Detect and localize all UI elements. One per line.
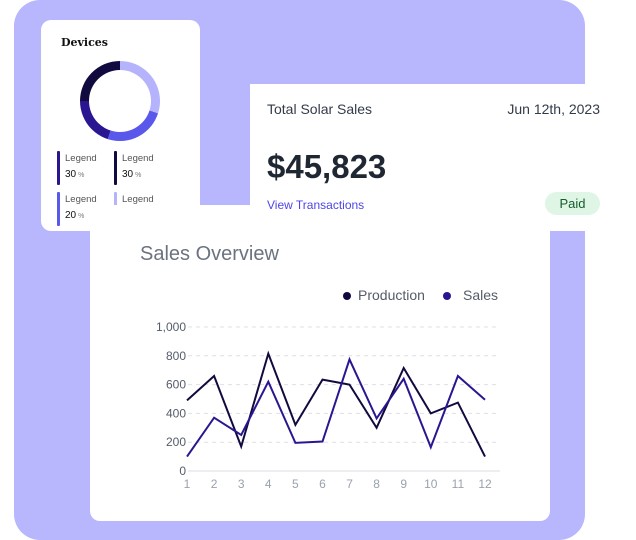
paid-status-badge: Paid (545, 192, 600, 215)
devices-donut-chart (80, 61, 160, 141)
legend-value: 20% (65, 210, 85, 221)
x-tick-label: 7 (346, 477, 353, 491)
devices-legend-item: Legend 30% (57, 151, 109, 185)
solar-sales-card: Total Solar Sales Jun 12th, 2023 $45,823… (250, 84, 614, 231)
y-tick-label: 0 (179, 464, 186, 478)
sales-date: Jun 12th, 2023 (507, 101, 600, 117)
x-tick-label: 2 (211, 477, 218, 491)
sales-amount: $45,823 (267, 148, 387, 185)
x-tick-label: 9 (400, 477, 407, 491)
y-tick-label: 1,000 (156, 320, 186, 334)
sales-overview-card: Sales Overview Production Sales 0 200 400 6… (90, 205, 550, 521)
legend-swatch (57, 192, 60, 226)
view-transactions-link[interactable]: View Transactions (267, 198, 364, 212)
x-tick-label: 10 (424, 477, 438, 491)
legend-swatch (57, 151, 60, 185)
x-tick-label: 8 (373, 477, 380, 491)
legend-label: Legend (122, 153, 154, 164)
devices-title: Devices (61, 36, 108, 49)
legend-label: Legend (122, 194, 154, 205)
sales-title: Total Solar Sales (267, 101, 373, 117)
x-tick-label: 1 (184, 477, 191, 491)
y-tick-label: 800 (166, 349, 186, 363)
y-tick-label: 400 (166, 406, 186, 420)
donut-hole (89, 70, 151, 132)
legend-value: 30% (65, 169, 85, 180)
legend-swatch (114, 151, 117, 185)
x-tick-label: 3 (238, 477, 245, 491)
y-tick-label: 600 (166, 378, 186, 392)
y-tick-label: 200 (166, 435, 186, 449)
series-line-production (186, 350, 486, 458)
devices-card: Devices Legend 30% Legend 30% Legend 20%… (41, 20, 200, 231)
x-tick-label: 11 (452, 477, 465, 491)
devices-legend-item: Legend 30% (114, 151, 166, 185)
x-tick-label: 12 (478, 477, 492, 491)
sales-line-chart: 02004006008001,0001 2 3 4 5 6 7 8 9 10 11 12 (156, 320, 500, 491)
legend-label: Legend (65, 153, 97, 164)
legend-value: 30% (122, 169, 142, 180)
x-tick-label: 6 (319, 477, 326, 491)
legend-label: Legend (65, 194, 97, 205)
x-tick-label: 5 (292, 477, 299, 491)
x-tick-label: 4 (265, 477, 272, 491)
